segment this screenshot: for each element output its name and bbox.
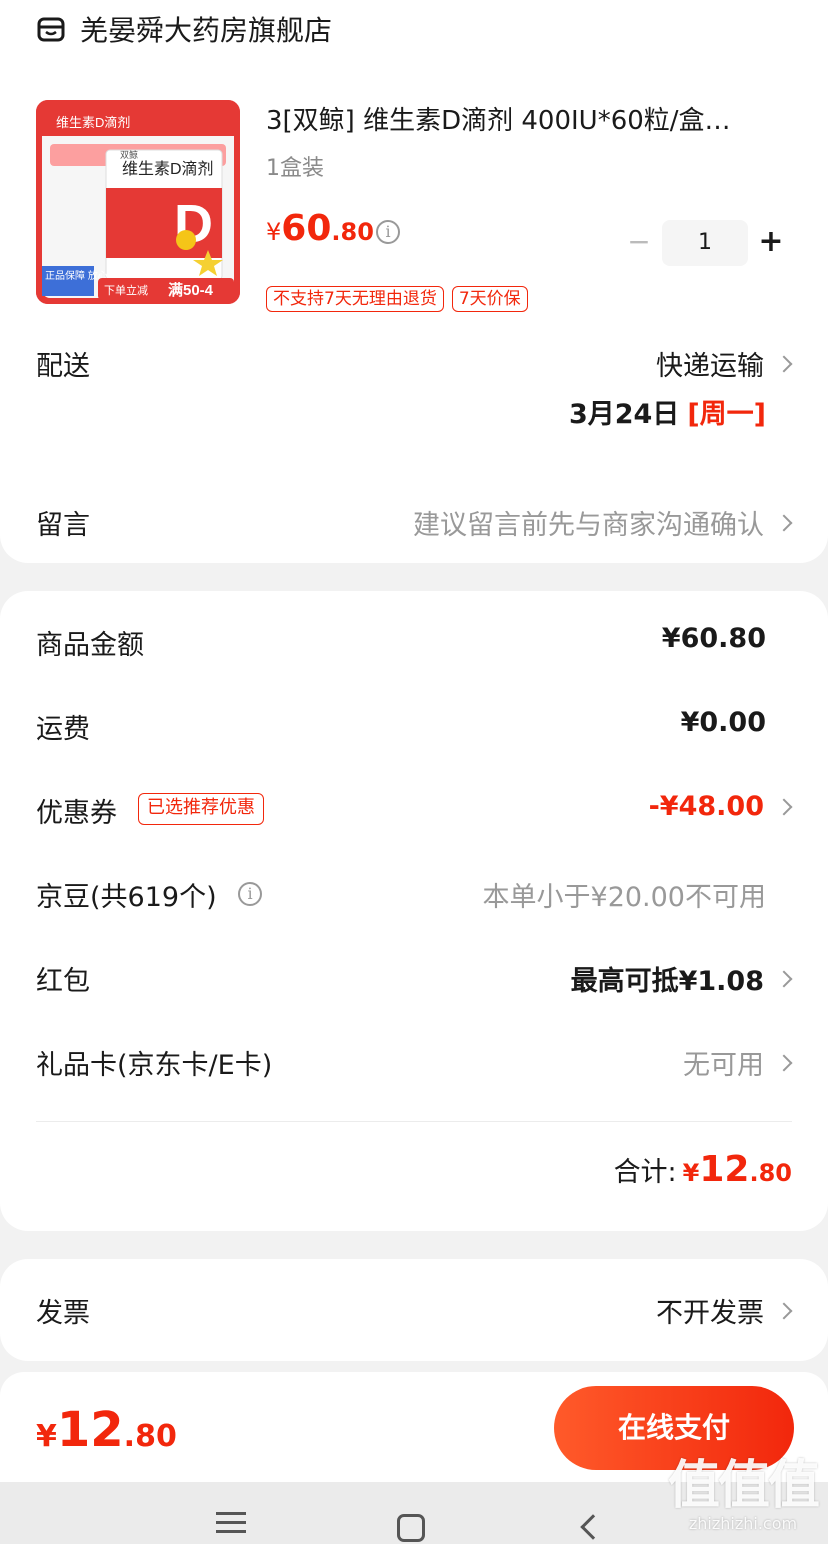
beans-label: 京豆(共619个) xyxy=(36,882,217,913)
service-tags: 不支持7天无理由退货 7天价保 xyxy=(266,286,528,312)
increment-button[interactable]: + xyxy=(758,222,784,262)
red-packet-label: 红包 xyxy=(36,966,90,997)
price-info-icon[interactable]: i xyxy=(376,220,400,244)
pay-integer: 12 xyxy=(56,1402,124,1458)
gift-card-value: 无可用 xyxy=(683,1050,764,1081)
image-promo-prefix: 下单立减 xyxy=(104,283,148,297)
product-item: 维生素D滴剂 维生素D滴剂 双鲸 D 正品保障 放心买药 下单立减 满50-4 xyxy=(36,100,796,312)
chevron-right-icon xyxy=(775,970,793,987)
invoice-row[interactable]: 不开发票 xyxy=(656,1291,793,1330)
coupon-recommended-tag: 已选推荐优惠 xyxy=(138,793,264,825)
total-decimal: .80 xyxy=(749,1159,792,1187)
delivery-date-row[interactable]: 3月24日 [周一] xyxy=(569,392,766,431)
coupon-value: -¥48.00 xyxy=(648,791,764,822)
price-decimal: .80 xyxy=(331,218,374,246)
goods-amount-value: ¥60.80 xyxy=(661,623,766,654)
watermark-url: zhizhizhi.com xyxy=(688,1514,798,1533)
invoice-value: 不开发票 xyxy=(656,1298,764,1329)
delivery-method-row[interactable]: 快递运输 xyxy=(656,344,793,383)
store-icon xyxy=(36,14,66,44)
chevron-right-icon xyxy=(775,355,793,372)
message-placeholder: 建议留言前先与商家沟通确认 xyxy=(413,510,764,541)
shipping-value: ¥0.00 xyxy=(680,707,766,738)
back-icon[interactable] xyxy=(580,1514,606,1540)
total-integer: 12 xyxy=(699,1149,750,1190)
quantity-stepper: − 1 + xyxy=(626,220,786,266)
checkout-page: 羌晏舜大药房旗舰店 维生素D滴剂 维生素D滴剂 双鲸 D 正品保障 放心买药 下… xyxy=(0,0,828,1544)
chevron-right-icon xyxy=(775,798,793,815)
home-icon[interactable] xyxy=(397,1514,425,1542)
gift-card-label: 礼品卡(京东卡/E卡) xyxy=(36,1050,273,1081)
gift-card-row[interactable]: 无可用 xyxy=(683,1043,793,1082)
invoice-card: 发票 不开发票 xyxy=(0,1259,828,1361)
decrement-button[interactable]: − xyxy=(626,224,652,260)
delivery-method: 快递运输 xyxy=(656,351,764,382)
coupon-label: 优惠券 xyxy=(36,798,117,829)
product-image[interactable]: 维生素D滴剂 维生素D滴剂 双鲸 D 正品保障 放心买药 下单立减 满50-4 xyxy=(36,100,240,304)
price-integer: 60 xyxy=(281,208,332,249)
message-row[interactable]: 建议留言前先与商家沟通确认 xyxy=(413,503,793,542)
store-card: 羌晏舜大药房旗舰店 维生素D滴剂 维生素D滴剂 双鲸 D 正品保障 放心买药 下… xyxy=(0,0,828,563)
message-label: 留言 xyxy=(36,510,90,541)
beans-info-icon[interactable]: i xyxy=(238,882,262,906)
divider xyxy=(36,1121,792,1122)
pay-decimal: .80 xyxy=(123,1419,177,1454)
pay-symbol: ¥ xyxy=(36,1419,57,1454)
beans-row: 本单小于¥20.00不可用 xyxy=(483,875,766,914)
quantity-value[interactable]: 1 xyxy=(662,220,748,266)
product-spec: 1盒装 xyxy=(266,156,324,181)
store-name: 羌晏舜大药房旗舰店 xyxy=(80,14,333,47)
delivery-weekday: [周一] xyxy=(687,399,766,430)
total-symbol: ¥ xyxy=(682,1159,700,1187)
coupon-row[interactable]: -¥48.00 xyxy=(648,791,793,822)
product-price: ¥60.80 xyxy=(266,208,374,249)
chevron-right-icon xyxy=(775,514,793,531)
watermark-logo: 值值值 xyxy=(667,1456,820,1516)
product-title[interactable]: 3[双鲸] 维生素D滴剂 400IU*60粒/盒… xyxy=(266,100,796,136)
image-banner-text: 维生素D滴剂 xyxy=(56,115,130,130)
chevron-right-icon xyxy=(775,1302,793,1319)
order-total: 合计: ¥12.80 xyxy=(614,1149,792,1190)
delivery-label: 配送 xyxy=(36,351,90,382)
chevron-right-icon xyxy=(775,1054,793,1071)
price-symbol: ¥ xyxy=(266,218,282,246)
tag-no-return: 不支持7天无理由退货 xyxy=(266,286,444,312)
red-packet-value: 最高可抵¥1.08 xyxy=(570,966,764,997)
delivery-date: 3月24日 xyxy=(568,399,680,430)
shipping-label: 运费 xyxy=(36,714,90,745)
invoice-label: 发票 xyxy=(36,1298,90,1329)
watermark: 值值值 zhizhizhi.com xyxy=(667,1456,820,1533)
recent-apps-icon[interactable] xyxy=(216,1512,246,1534)
red-packet-row[interactable]: 最高可抵¥1.08 xyxy=(570,959,793,998)
store-header[interactable]: 羌晏舜大药房旗舰店 xyxy=(36,12,333,47)
image-promo-text: 满50-4 xyxy=(168,281,214,299)
beans-value: 本单小于¥20.00不可用 xyxy=(482,882,766,913)
pay-amount: ¥12.80 xyxy=(36,1402,177,1458)
price-summary-card: 商品金额 ¥60.80 运费 ¥0.00 优惠券 已选推荐优惠 -¥48.00 … xyxy=(0,591,828,1231)
image-box-brand: 双鲸 xyxy=(120,149,138,160)
tag-price-protect: 7天价保 xyxy=(451,286,528,312)
total-label: 合计: xyxy=(613,1157,677,1188)
goods-amount-label: 商品金额 xyxy=(36,630,144,661)
image-box-title: 维生素D滴剂 xyxy=(122,160,214,178)
